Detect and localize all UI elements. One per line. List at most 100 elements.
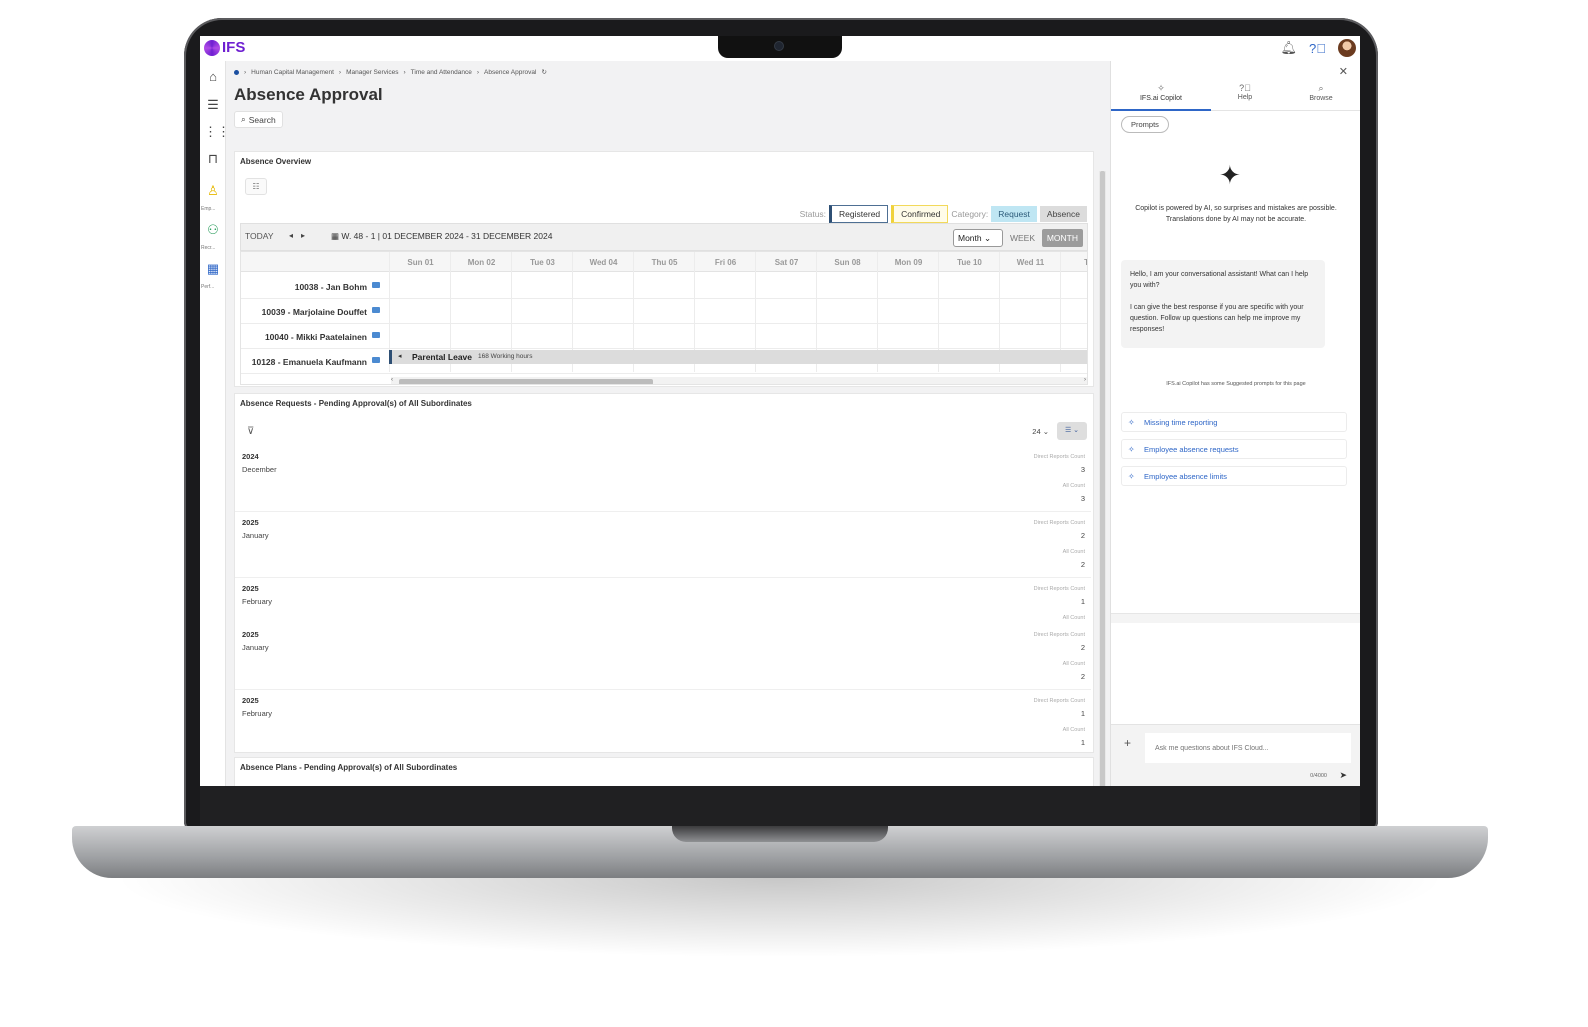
camera-icon (774, 41, 784, 51)
scroll-left-icon[interactable]: ‹ (391, 377, 393, 383)
search-icon: ⌕ (1318, 83, 1324, 93)
search-label: Search (248, 114, 276, 125)
nav-sub-perf: Perf... (201, 284, 215, 290)
request-group[interactable]: 2025 January Direct Reports Count 2 All … (235, 630, 1091, 690)
request-group[interactable]: 2025 February Direct Reports Count 1 All… (235, 584, 1091, 626)
tab-browse[interactable]: ⌕ Browse (1271, 83, 1360, 102)
vertical-scrollbar[interactable] (1099, 171, 1106, 786)
breadcrumb: › Human Capital Management › Manager Ser… (234, 68, 547, 76)
calendar-icon: ▦ (331, 231, 340, 241)
category-request-chip[interactable]: Request (991, 206, 1037, 222)
breadcrumb-item[interactable]: Human Capital Management (251, 69, 334, 76)
requests-title: Absence Requests - Pending Approval(s) o… (240, 399, 472, 408)
parental-leave-bar[interactable]: ◂ Parental Leave 168 Working hours (389, 350, 1087, 364)
status-confirmed-chip[interactable]: Confirmed (891, 205, 949, 223)
page-size-select[interactable]: 24 ⌄ (1032, 427, 1049, 436)
search-icon: ⌕ (241, 114, 246, 124)
filter-icon[interactable]: ⊽ (247, 426, 254, 437)
breadcrumb-item[interactable]: Time and Attendance (411, 69, 472, 76)
prompt-item[interactable]: ✧ Employee absence limits (1121, 466, 1347, 486)
employee-name: 10040 - Mikki Paatelainen (264, 332, 367, 342)
bell-icon[interactable]: 🔔︎ (1281, 40, 1298, 56)
scroll-right-icon[interactable]: › (1084, 377, 1086, 383)
recruit-icon[interactable]: ⚇ (204, 222, 222, 238)
vertical-scroll-thumb[interactable] (1100, 171, 1105, 786)
plus-icon[interactable]: + (1124, 736, 1131, 750)
breadcrumb-item[interactable]: Absence Approval (484, 69, 536, 76)
employee-name: 10128 - Emanuela Kaufmann (251, 357, 367, 367)
logo-burst-icon (204, 39, 220, 56)
help-icon[interactable]: ?⃝ (1309, 41, 1326, 56)
view-select[interactable]: Month ⌄ (953, 229, 1003, 247)
chat-input[interactable] (1145, 733, 1351, 763)
employee-row[interactable]: 10040 - Mikki Paatelainen (241, 324, 1087, 349)
prompts-button[interactable]: Prompts (1121, 116, 1169, 133)
overview-title: Absence Overview (240, 157, 312, 166)
request-group[interactable]: 2025 February Direct Reports Count 1 All… (235, 696, 1091, 752)
nav-sub-recruit: Recr... (201, 245, 216, 251)
request-group[interactable]: 2024 December Direct Reports Count 3 All… (235, 452, 1091, 512)
bookmark-icon[interactable]: ⊓ (204, 151, 222, 167)
search-button[interactable]: ⌕ Search (234, 111, 283, 128)
leave-hours: 168 Working hours (478, 353, 533, 360)
refresh-icon[interactable]: ↻ (541, 68, 546, 76)
top-icons: 🔔︎ ?⃝ (1281, 39, 1356, 57)
employee-card-icon[interactable] (372, 307, 380, 313)
chevron-left-icon: ◂ (398, 353, 402, 360)
breadcrumb-item[interactable]: Manager Services (346, 69, 398, 76)
calendar-grid: Sun 01 Mon 02 Tue 03 Wed 04 Thu 05 Fri 0… (240, 251, 1088, 385)
employee-card-icon[interactable] (372, 332, 380, 338)
home-icon[interactable]: ⌂ (204, 69, 222, 84)
status-legend: Status: Registered Confirmed Category: R… (800, 205, 1087, 223)
apps-icon[interactable]: ⋮⋮ (204, 124, 230, 140)
view-toggle-button[interactable]: ☰ ⌄ (1057, 422, 1087, 440)
prompt-item[interactable]: ✧ Missing time reporting (1121, 412, 1347, 432)
copilot-panel: ✕ ✧ IFS.ai Copilot ?⃝ Help ⌕ Browse Prom… (1110, 61, 1360, 786)
employee-row[interactable]: 10128 - Emanuela Kaufmann ◂ Parental Lea… (241, 349, 1087, 374)
ai-disclaimer: Copilot is powered by AI, so surprises a… (1135, 205, 1337, 223)
panel-tabs: ✧ IFS.ai Copilot ?⃝ Help ⌕ Browse (1111, 83, 1360, 111)
employee-card-icon[interactable] (372, 282, 380, 288)
laptop-shadow (110, 878, 1450, 958)
horizontal-scrollbar[interactable]: ‹ › (391, 377, 1087, 384)
main-area: › Human Capital Management › Manager Ser… (226, 61, 1110, 786)
chat-input-area: + 0/4000 ➤ (1111, 724, 1360, 786)
menu-icon[interactable]: ☰ (204, 97, 222, 113)
plans-title: Absence Plans - Pending Approval(s) of A… (240, 763, 458, 772)
employee-row[interactable]: 10038 - Jan Bohm (241, 274, 1087, 299)
today-button[interactable]: TODAY (245, 231, 274, 241)
status-label: Status: (799, 209, 827, 219)
camera-notch (718, 36, 842, 58)
logo-text: IFS (222, 39, 246, 56)
breadcrumb-home-icon[interactable] (234, 69, 239, 75)
employee-card-icon[interactable] (372, 357, 380, 363)
request-group[interactable]: 2025 January Direct Reports Count 2 All … (235, 518, 1091, 578)
week-button[interactable]: WEEK (1006, 229, 1039, 247)
sparkle-icon: ✧ (1128, 418, 1135, 427)
employee-name: 10038 - Jan Bohm (294, 282, 367, 292)
employee-name: 10039 - Marjolaine Douffet (261, 307, 367, 317)
prev-next-arrows[interactable]: ◂▸ (289, 231, 313, 240)
left-nav: ⌂ ☰ ⋮⋮ ⊓ ♙ Emp... ⚇ Recr... ▦ Perf... (200, 61, 230, 786)
calendar-icon[interactable]: ▦ (204, 261, 222, 277)
list-view-button[interactable]: ☷ (245, 178, 267, 195)
close-icon[interactable]: ✕ (1339, 65, 1348, 78)
nav-sub-employee: Emp... (201, 206, 216, 212)
page-title: Absence Approval (234, 85, 383, 104)
employee-icon[interactable]: ♙ (204, 183, 222, 199)
sparkle-icon: ✧ (1128, 472, 1135, 481)
absence-requests-card: Absence Requests - Pending Approval(s) o… (234, 393, 1094, 753)
panel-divider (1111, 613, 1360, 623)
status-registered-chip[interactable]: Registered (829, 205, 889, 223)
category-absence-chip[interactable]: Absence (1039, 206, 1087, 222)
ifs-logo[interactable]: IFS (204, 39, 245, 56)
suggested-prompts-label: IFS.ai Copilot has some Suggested prompt… (1166, 381, 1306, 387)
employee-row[interactable]: 10039 - Marjolaine Douffet (241, 299, 1087, 324)
char-count: 0/4000 (1310, 773, 1327, 779)
prompt-item[interactable]: ✧ Employee absence requests (1121, 439, 1347, 459)
scroll-thumb[interactable] (399, 379, 653, 384)
avatar[interactable] (1338, 39, 1356, 57)
send-icon[interactable]: ➤ (1339, 770, 1347, 781)
month-button[interactable]: MONTH (1041, 229, 1083, 247)
leave-title: Parental Leave (412, 352, 473, 362)
